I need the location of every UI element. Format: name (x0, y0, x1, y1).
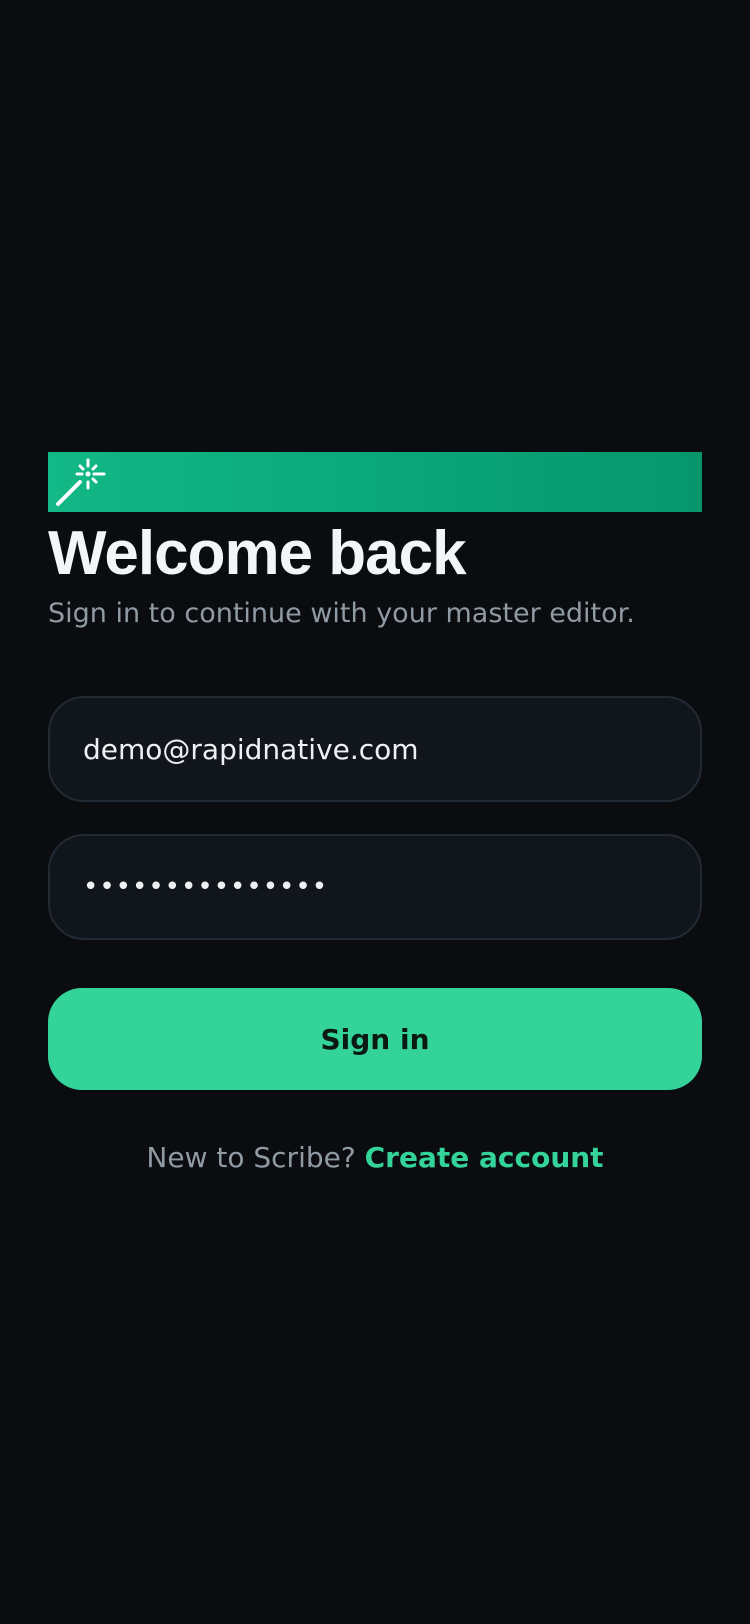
create-account-footer: New to Scribe? Create account (48, 1138, 702, 1178)
page-title: Welcome back (48, 519, 467, 588)
email-field-container (48, 696, 702, 802)
brand-banner (48, 452, 702, 512)
sign-in-screen: Welcome back Sign in to continue with yo… (0, 0, 750, 1624)
sign-in-content: Welcome back Sign in to continue with yo… (48, 452, 702, 1178)
password-field[interactable] (83, 872, 663, 902)
magic-wand-icon (56, 458, 106, 506)
password-field-container (48, 834, 702, 940)
new-user-prompt: New to Scribe? (146, 1141, 356, 1174)
email-field[interactable] (83, 732, 663, 766)
page-subtitle: Sign in to continue with your master edi… (48, 598, 635, 629)
sign-in-button-label: Sign in (320, 1022, 430, 1056)
create-account-link[interactable]: Create account (365, 1141, 604, 1174)
sign-in-button[interactable]: Sign in (48, 988, 702, 1090)
